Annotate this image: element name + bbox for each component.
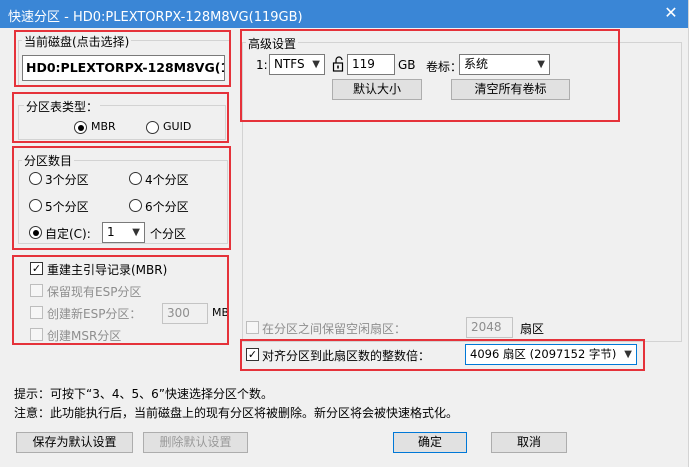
cancel-button[interactable]: 取消 (491, 432, 567, 453)
save-default-button[interactable]: 保存为默认设置 (16, 432, 133, 453)
delete-default-button[interactable]: 删除默认设置 (143, 432, 248, 453)
hint-note: 注意：此功能执行后，当前磁盘上的现有分区将被删除。新分区将会被快速格式化。 (14, 406, 459, 420)
close-icon[interactable]: ✕ (654, 0, 688, 28)
reserve-sectors-label: 在分区之间保留空闲扇区： (262, 322, 407, 336)
quick-partition-dialog: 快速分区 - HD0:PLEXTORPX-128M8VG(119GB) ✕ 当前… (0, 0, 688, 467)
hint-tip: 提示：可按下“3、4、5、6”快速选择分区个数。 (14, 387, 273, 401)
title-bar[interactable]: 快速分区 - HD0:PLEXTORPX-128M8VG(119GB) ✕ (0, 0, 688, 28)
highlight-advanced-settings (240, 29, 620, 122)
highlight-align-partitions (240, 339, 645, 371)
highlight-partition-count (12, 146, 231, 250)
highlight-boot-options (12, 255, 229, 345)
reserve-sectors-input[interactable]: 2048 (466, 317, 513, 338)
window-title: 快速分区 - HD0:PLEXTORPX-128M8VG(119GB) (8, 10, 303, 25)
reserve-sectors-unit: 扇区 (520, 322, 545, 336)
highlight-partition-table (12, 92, 229, 143)
ok-button[interactable]: 确定 (393, 432, 467, 453)
background-window-edge (688, 0, 695, 467)
highlight-current-disk (14, 30, 231, 87)
reserve-sectors-checkbox[interactable] (246, 321, 259, 334)
